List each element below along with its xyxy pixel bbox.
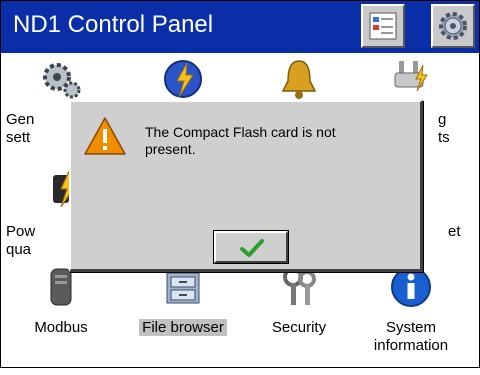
window-title: ND1 Control Panel	[13, 11, 214, 38]
tile-security[interactable]: Security	[244, 265, 354, 375]
tile-label: Security	[271, 319, 327, 336]
title-bar: ND1 Control Panel	[1, 1, 479, 53]
list-view-icon	[369, 12, 397, 40]
tile-label-line2: information	[373, 337, 449, 354]
tile-file-browser[interactable]: File browser	[128, 265, 238, 375]
gears-icon	[43, 63, 81, 99]
energy-globe-icon	[164, 60, 202, 98]
dialog-message-line2: present.	[145, 141, 196, 157]
gear-icon	[439, 12, 467, 40]
dialog-message-line1: The Compact Flash card is not	[145, 124, 336, 140]
tile-label: File browser	[139, 319, 227, 336]
tile-system-information[interactable]: System information	[356, 265, 466, 375]
bell-icon	[281, 60, 317, 99]
message-dialog: The Compact Flash card is not present.	[69, 100, 423, 272]
tile-label: et	[448, 223, 461, 240]
tile-label-line2: ts	[438, 129, 450, 146]
tile-label: System	[385, 319, 436, 336]
control-panel-window: ND1 Control Panel Gen sett g ts Pow qua …	[0, 0, 480, 368]
warning-icon	[84, 117, 126, 155]
view-toggle-button[interactable]	[361, 4, 405, 48]
settings-button[interactable]	[431, 4, 475, 48]
dialog-message: The Compact Flash card is not present.	[145, 124, 405, 158]
tile-modbus[interactable]: Modbus	[6, 265, 116, 375]
tile-label: g	[438, 111, 447, 128]
plug-icon	[394, 61, 428, 92]
tile-label: Modbus	[34, 319, 88, 336]
checkmark-icon	[240, 239, 264, 257]
ok-button[interactable]	[213, 230, 289, 264]
